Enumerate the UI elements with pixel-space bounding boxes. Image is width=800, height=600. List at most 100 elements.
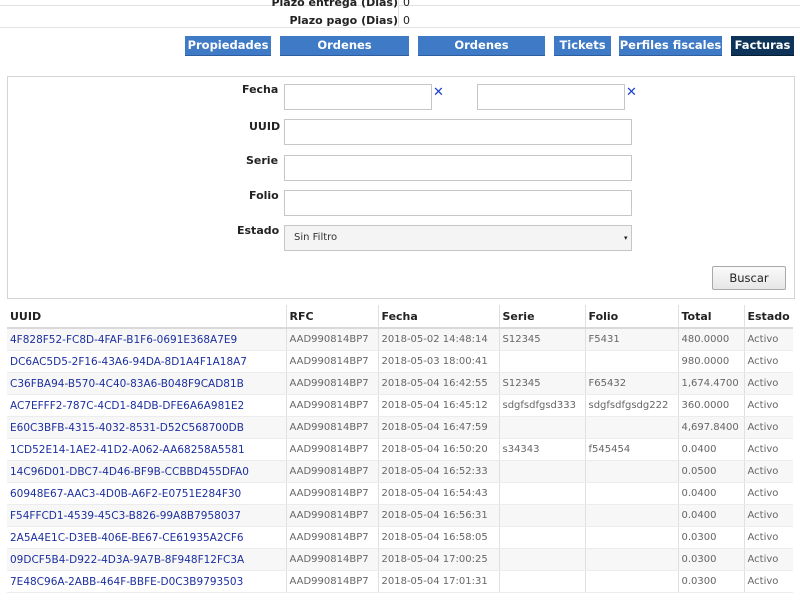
table-row: E60C3BFB-4315-4032-8531-D52C568700DB AAD9… — [7, 416, 793, 439]
table-row: 7E48C96A-2ABB-464F-BBFE-D0C3B9793503 AAD9… — [7, 570, 793, 593]
cell-uuid[interactable]: 2A5A4E1C-D3EB-406E-BE67-CE61935A2CF6 — [7, 526, 286, 549]
cell-folio: f545454 — [584, 438, 678, 461]
cell-estado: Activo — [743, 526, 793, 549]
col-header-folio[interactable]: Folio — [584, 305, 678, 329]
cell-estado: Activo — [743, 328, 793, 351]
cell-folio: sdgfsdfgsdg222 — [584, 394, 678, 417]
cell-rfc: AAD990814BP7 — [285, 372, 378, 395]
fecha-from-input[interactable] — [284, 84, 432, 110]
cell-estado: Activo — [743, 416, 793, 439]
cell-folio — [584, 526, 678, 549]
cell-fecha: 2018-05-04 16:50:20 — [377, 438, 499, 461]
cell-total: 480.0000 — [677, 328, 744, 351]
cell-rfc: AAD990814BP7 — [285, 504, 378, 527]
cell-serie — [498, 416, 585, 439]
cell-serie — [498, 350, 585, 373]
estado-label: Estado — [237, 224, 280, 237]
select-arrow-icon: ▾ — [624, 234, 628, 242]
table-row: 60948E67-AAC3-4D0B-A6F2-E0751E284F30 AAD9… — [7, 482, 793, 505]
fecha-to-input[interactable] — [477, 84, 625, 110]
cell-fecha: 2018-05-04 16:45:12 — [377, 394, 499, 417]
cell-fecha: 2018-05-04 16:56:31 — [377, 504, 499, 527]
col-header-serie[interactable]: Serie — [498, 305, 585, 329]
cell-total: 0.0300 — [677, 548, 744, 571]
tab-facturas[interactable]: Facturas — [731, 36, 794, 56]
table-row: AC7EFFF2-787C-4CD1-84DB-DFE6A6A981E2 AAD9… — [7, 394, 793, 417]
cell-rfc: AAD990814BP7 — [285, 570, 378, 593]
search-button[interactable]: Buscar — [712, 266, 786, 290]
tab-ordenes-pendientes[interactable]: Ordenes Pendientes — [280, 36, 409, 71]
cell-uuid[interactable]: F54FFCD1-4539-45C3-B826-99A8B7958037 — [7, 504, 286, 527]
tab-perfiles-fiscales[interactable]: Perfiles fiscales — [619, 36, 722, 56]
cell-serie: s34343 — [498, 438, 585, 461]
cell-serie: sdgfsdfgsd333 — [498, 394, 585, 417]
table-row: 14C96D01-DBC7-4D46-BF9B-CCBBD455DFA0 AAD9… — [7, 460, 793, 483]
cell-fecha: 2018-05-04 16:47:59 — [377, 416, 499, 439]
cell-fecha: 2018-05-04 17:01:31 — [377, 570, 499, 593]
cell-fecha: 2018-05-04 16:52:33 — [377, 460, 499, 483]
cell-uuid[interactable]: 60948E67-AAC3-4D0B-A6F2-E0751E284F30 — [7, 482, 286, 505]
cell-serie: S12345 — [498, 372, 585, 395]
cell-folio — [584, 416, 678, 439]
provider-info: Plazo entrega (Dias) 0 Plazo pago (Dias)… — [0, 0, 800, 36]
cell-rfc: AAD990814BP7 — [285, 548, 378, 571]
col-header-fecha[interactable]: Fecha — [377, 305, 499, 329]
folio-input[interactable] — [284, 190, 632, 216]
cell-total: 0.0500 — [677, 460, 744, 483]
col-header-total[interactable]: Total — [677, 305, 744, 329]
cell-rfc: AAD990814BP7 — [285, 438, 378, 461]
cell-rfc: AAD990814BP7 — [285, 350, 378, 373]
cell-uuid[interactable]: AC7EFFF2-787C-4CD1-84DB-DFE6A6A981E2 — [7, 394, 286, 417]
cell-uuid[interactable]: 09DCF5B4-D922-4D3A-9A7B-8F948F12FC3A — [7, 548, 286, 571]
tab-ordenes-finalizadas[interactable]: Ordenes Finalizadas — [418, 36, 545, 71]
cell-uuid[interactable]: 4F828F52-FC8D-4FAF-B1F6-0691E368A7E9 — [7, 328, 286, 351]
cell-total: 980.0000 — [677, 350, 744, 373]
section-tabs: Propiedades Ordenes Pendientes Ordenes F… — [0, 36, 800, 71]
cell-rfc: AAD990814BP7 — [285, 460, 378, 483]
info-label: Plazo pago (Dias) — [289, 14, 398, 27]
cell-serie — [498, 460, 585, 483]
tab-propiedades[interactable]: Propiedades — [185, 36, 271, 56]
cell-folio: F65432 — [584, 372, 678, 395]
estado-select[interactable]: Sin Filtro ▾ — [284, 225, 632, 251]
cell-estado: Activo — [743, 394, 793, 417]
cell-serie — [498, 526, 585, 549]
col-header-estado[interactable]: Estado — [743, 305, 793, 329]
cell-estado: Activo — [743, 350, 793, 373]
cell-estado: Activo — [743, 372, 793, 395]
serie-input[interactable] — [284, 155, 632, 181]
cell-total: 0.0400 — [677, 504, 744, 527]
cell-serie — [498, 504, 585, 527]
cell-folio — [584, 548, 678, 571]
info-divider — [398, 0, 399, 5]
table-row: C36FBA94-B570-4C40-83A6-B048F9CAD81B AAD9… — [7, 372, 793, 395]
cell-fecha: 2018-05-04 16:42:55 — [377, 372, 499, 395]
clear-fecha-from-icon[interactable]: ✕ — [433, 85, 444, 100]
uuid-input[interactable] — [284, 119, 632, 145]
cell-uuid[interactable]: 7E48C96A-2ABB-464F-BBFE-D0C3B9793503 — [7, 570, 286, 593]
table-row: 2A5A4E1C-D3EB-406E-BE67-CE61935A2CF6 AAD9… — [7, 526, 793, 549]
cell-total: 0.0300 — [677, 526, 744, 549]
cell-uuid[interactable]: 14C96D01-DBC7-4D46-BF9B-CCBBD455DFA0 — [7, 460, 286, 483]
clear-fecha-to-icon[interactable]: ✕ — [626, 85, 637, 100]
cell-fecha: 2018-05-04 17:00:25 — [377, 548, 499, 571]
cell-uuid[interactable]: 1CD52E14-1AE2-41D2-A062-AA68258A5581 — [7, 438, 286, 461]
tab-tickets[interactable]: Tickets — [554, 36, 611, 56]
cell-total: 1,674.4700 — [677, 372, 744, 395]
table-row: DC6AC5D5-2F16-43A6-94DA-8D1A4F1A18A7 AAD9… — [7, 350, 793, 373]
cell-folio: F5431 — [584, 328, 678, 351]
col-header-rfc[interactable]: RFC — [285, 305, 378, 329]
cell-folio — [584, 482, 678, 505]
table-header-row: UUID RFC Fecha Serie Folio Total Estado — [7, 305, 793, 329]
cell-uuid[interactable]: C36FBA94-B570-4C40-83A6-B048F9CAD81B — [7, 372, 286, 395]
col-header-uuid[interactable]: UUID — [7, 305, 286, 329]
cell-serie — [498, 570, 585, 593]
cell-fecha: 2018-05-03 18:00:41 — [377, 350, 499, 373]
cell-folio — [584, 570, 678, 593]
cell-uuid[interactable]: E60C3BFB-4315-4032-8531-D52C568700DB — [7, 416, 286, 439]
cell-rfc: AAD990814BP7 — [285, 328, 378, 351]
cell-serie — [498, 548, 585, 571]
cell-fecha: 2018-05-02 14:48:14 — [377, 328, 499, 351]
cell-uuid[interactable]: DC6AC5D5-2F16-43A6-94DA-8D1A4F1A18A7 — [7, 350, 286, 373]
cell-folio — [584, 350, 678, 373]
